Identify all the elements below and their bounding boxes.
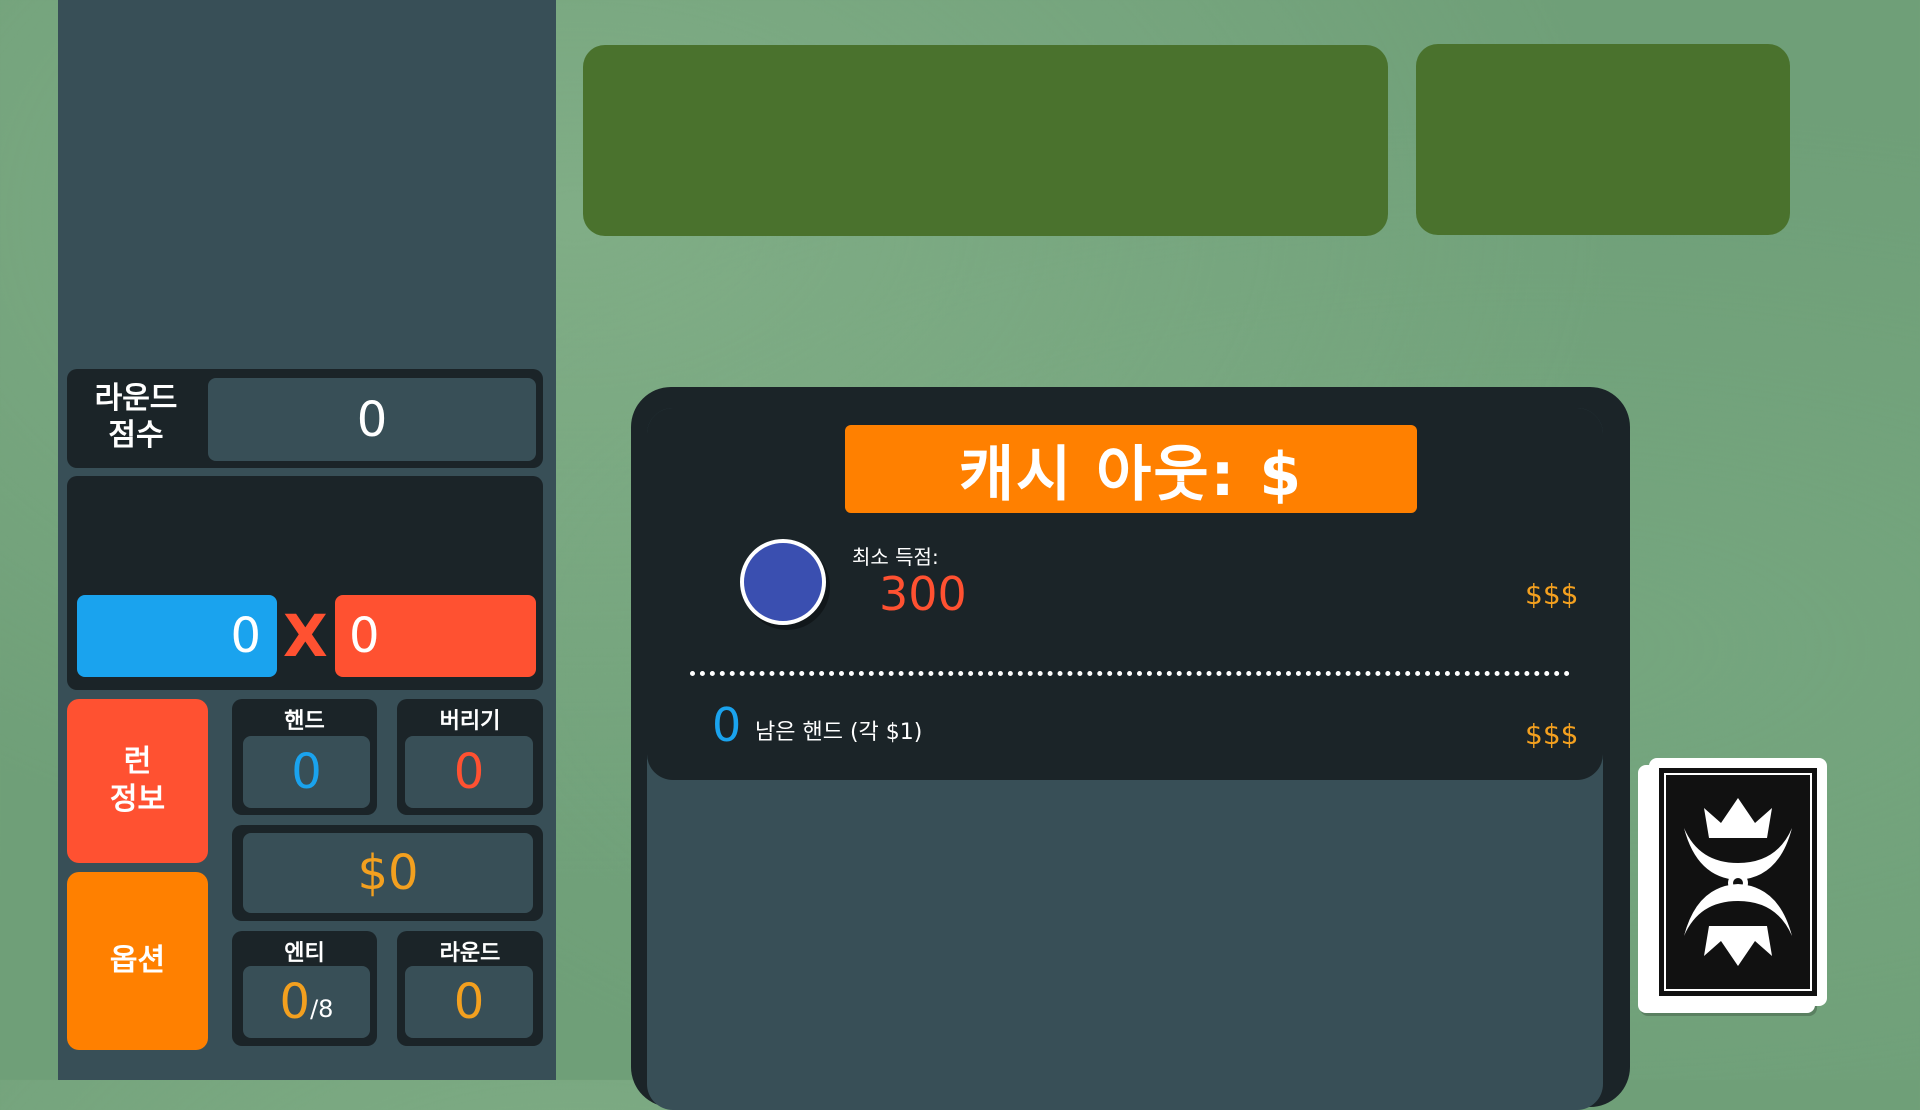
card-deck-back-icon[interactable] [1649, 758, 1827, 1006]
deck-art [1659, 768, 1817, 996]
hands-value-box: 0 [243, 736, 370, 808]
round-score-label: 라운드 점수 [94, 381, 178, 453]
ante-value-box: 0 /8 [243, 966, 370, 1038]
round-value-box: 0 [405, 966, 533, 1038]
money-value: $0 [357, 845, 419, 901]
round-label: 라운드 [439, 941, 501, 966]
cashout-label: 캐시 아웃: $ [958, 439, 1304, 510]
divider [690, 671, 1570, 676]
blind-reward: $$$ [1525, 578, 1579, 611]
discards-value-box: 0 [405, 736, 533, 808]
discards-label: 버리기 [439, 709, 501, 734]
cashout-button[interactable]: 캐시 아웃: $ [845, 425, 1417, 513]
ante-value: 0 [279, 974, 311, 1030]
chips-value: 0 [230, 608, 261, 664]
money-value-box: $0 [243, 833, 533, 913]
blue-blind-chip-icon [740, 539, 826, 625]
options-label: 옵션 [109, 943, 166, 978]
round-score-value: 0 [356, 391, 388, 448]
ante-total: /8 [310, 995, 334, 1023]
hands-reward: $$$ [1525, 718, 1579, 751]
min-score-label: 최소 득점: [852, 545, 939, 569]
options-button[interactable]: 옵션 [67, 872, 208, 1050]
min-score-value: 300 [879, 567, 967, 621]
mult-value: 0 [349, 608, 380, 664]
ante-label: 엔티 [284, 941, 325, 966]
hands-value: 0 [291, 744, 322, 800]
run-info-label-line2: 정보 [109, 782, 166, 817]
remaining-hands-label: 남은 핸드 (각 $1) [755, 720, 923, 745]
hands-label: 핸드 [284, 709, 325, 734]
discards-value: 0 [453, 744, 485, 800]
joker-area [583, 45, 1388, 236]
run-info-button[interactable]: 런 정보 [67, 699, 208, 863]
run-info-label-line1: 런 [123, 744, 152, 779]
mult-box: 0 [335, 595, 536, 677]
chips-box: 0 [77, 595, 277, 677]
remaining-hands-count: 0 [712, 698, 742, 752]
round-score-value-box: 0 [208, 378, 536, 461]
round-value: 0 [453, 974, 485, 1030]
multiply-sign: X [283, 602, 328, 670]
consumable-area [1416, 44, 1790, 235]
